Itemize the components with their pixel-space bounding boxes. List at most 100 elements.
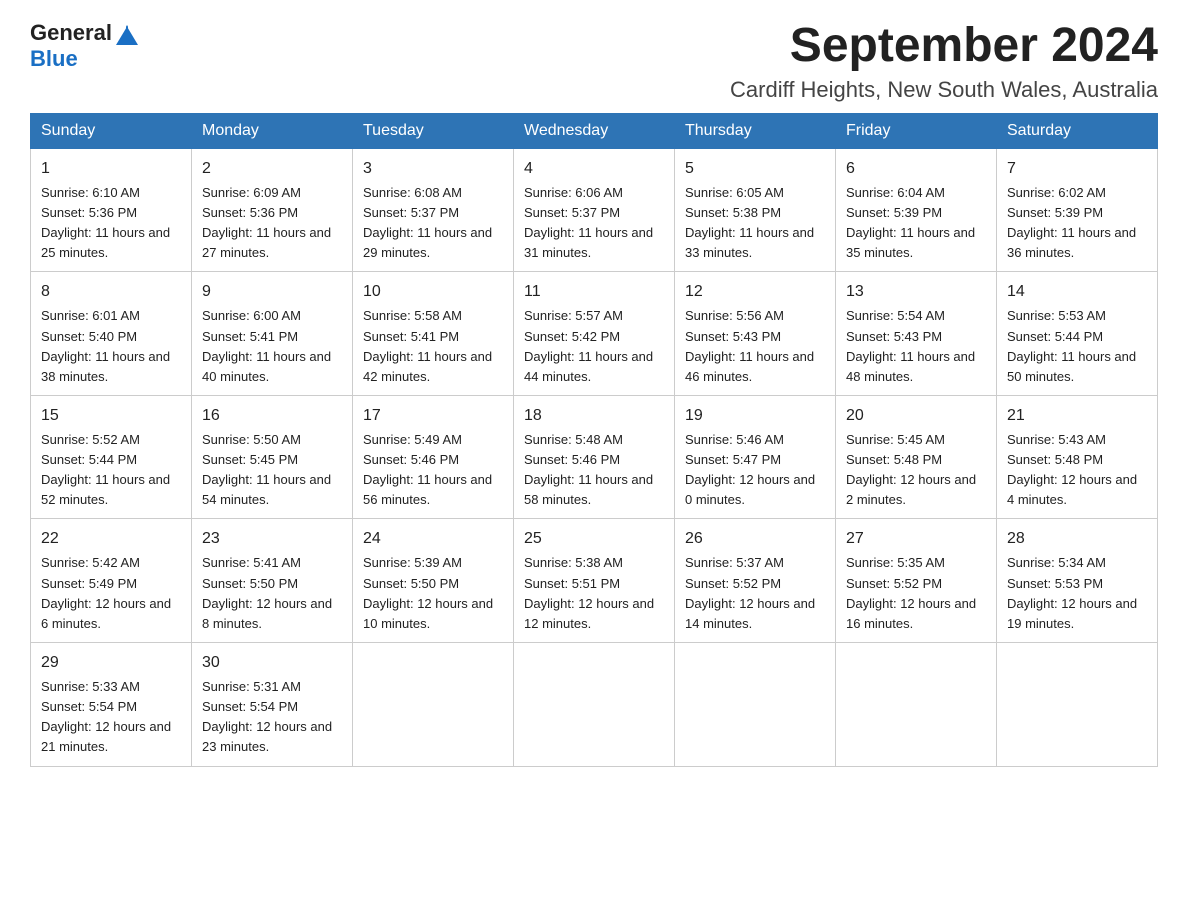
- day-number: 6: [846, 157, 986, 181]
- week-row-5: 29 Sunrise: 5:33 AMSunset: 5:54 PMDaylig…: [31, 643, 1158, 767]
- calendar-cell: 23 Sunrise: 5:41 AMSunset: 5:50 PMDaylig…: [192, 519, 353, 643]
- calendar-cell: 11 Sunrise: 5:57 AMSunset: 5:42 PMDaylig…: [514, 272, 675, 396]
- day-number: 27: [846, 527, 986, 551]
- day-info: Sunrise: 5:57 AMSunset: 5:42 PMDaylight:…: [524, 308, 653, 383]
- header-wednesday: Wednesday: [514, 113, 675, 148]
- month-title: September 2024: [730, 20, 1158, 73]
- day-number: 7: [1007, 157, 1147, 181]
- day-number: 17: [363, 404, 503, 428]
- logo-blue-text: Blue: [30, 46, 78, 72]
- calendar-cell: 29 Sunrise: 5:33 AMSunset: 5:54 PMDaylig…: [31, 643, 192, 767]
- day-info: Sunrise: 5:54 AMSunset: 5:43 PMDaylight:…: [846, 308, 975, 383]
- day-info: Sunrise: 6:06 AMSunset: 5:37 PMDaylight:…: [524, 185, 653, 260]
- logo-triangles: [114, 23, 138, 43]
- day-number: 25: [524, 527, 664, 551]
- day-number: 15: [41, 404, 181, 428]
- logo: General Blue: [30, 20, 138, 72]
- calendar-cell: [675, 643, 836, 767]
- header-sunday: Sunday: [31, 113, 192, 148]
- day-info: Sunrise: 5:33 AMSunset: 5:54 PMDaylight:…: [41, 679, 171, 754]
- calendar-cell: 26 Sunrise: 5:37 AMSunset: 5:52 PMDaylig…: [675, 519, 836, 643]
- day-number: 2: [202, 157, 342, 181]
- day-info: Sunrise: 5:39 AMSunset: 5:50 PMDaylight:…: [363, 555, 493, 630]
- calendar-cell: 17 Sunrise: 5:49 AMSunset: 5:46 PMDaylig…: [353, 395, 514, 519]
- calendar-cell: [514, 643, 675, 767]
- calendar-cell: 6 Sunrise: 6:04 AMSunset: 5:39 PMDayligh…: [836, 148, 997, 272]
- calendar-cell: 19 Sunrise: 5:46 AMSunset: 5:47 PMDaylig…: [675, 395, 836, 519]
- day-info: Sunrise: 5:50 AMSunset: 5:45 PMDaylight:…: [202, 432, 331, 507]
- day-number: 8: [41, 280, 181, 304]
- logo-general-text: General: [30, 20, 112, 46]
- day-number: 26: [685, 527, 825, 551]
- calendar-cell: 10 Sunrise: 5:58 AMSunset: 5:41 PMDaylig…: [353, 272, 514, 396]
- calendar-cell: 2 Sunrise: 6:09 AMSunset: 5:36 PMDayligh…: [192, 148, 353, 272]
- calendar-cell: 3 Sunrise: 6:08 AMSunset: 5:37 PMDayligh…: [353, 148, 514, 272]
- day-number: 5: [685, 157, 825, 181]
- week-row-2: 8 Sunrise: 6:01 AMSunset: 5:40 PMDayligh…: [31, 272, 1158, 396]
- calendar-cell: 27 Sunrise: 5:35 AMSunset: 5:52 PMDaylig…: [836, 519, 997, 643]
- week-row-4: 22 Sunrise: 5:42 AMSunset: 5:49 PMDaylig…: [31, 519, 1158, 643]
- day-number: 22: [41, 527, 181, 551]
- day-number: 23: [202, 527, 342, 551]
- calendar-cell: 15 Sunrise: 5:52 AMSunset: 5:44 PMDaylig…: [31, 395, 192, 519]
- calendar-cell: 28 Sunrise: 5:34 AMSunset: 5:53 PMDaylig…: [997, 519, 1158, 643]
- day-info: Sunrise: 6:04 AMSunset: 5:39 PMDaylight:…: [846, 185, 975, 260]
- day-info: Sunrise: 6:10 AMSunset: 5:36 PMDaylight:…: [41, 185, 170, 260]
- day-number: 21: [1007, 404, 1147, 428]
- week-row-1: 1 Sunrise: 6:10 AMSunset: 5:36 PMDayligh…: [31, 148, 1158, 272]
- week-row-3: 15 Sunrise: 5:52 AMSunset: 5:44 PMDaylig…: [31, 395, 1158, 519]
- location-title: Cardiff Heights, New South Wales, Austra…: [730, 77, 1158, 103]
- calendar-cell: 5 Sunrise: 6:05 AMSunset: 5:38 PMDayligh…: [675, 148, 836, 272]
- day-info: Sunrise: 6:00 AMSunset: 5:41 PMDaylight:…: [202, 308, 331, 383]
- calendar-table: SundayMondayTuesdayWednesdayThursdayFrid…: [30, 113, 1158, 767]
- day-number: 4: [524, 157, 664, 181]
- day-number: 3: [363, 157, 503, 181]
- day-number: 30: [202, 651, 342, 675]
- calendar-cell: 21 Sunrise: 5:43 AMSunset: 5:48 PMDaylig…: [997, 395, 1158, 519]
- calendar-cell: 12 Sunrise: 5:56 AMSunset: 5:43 PMDaylig…: [675, 272, 836, 396]
- calendar-cell: [836, 643, 997, 767]
- day-number: 1: [41, 157, 181, 181]
- day-info: Sunrise: 5:52 AMSunset: 5:44 PMDaylight:…: [41, 432, 170, 507]
- day-info: Sunrise: 5:34 AMSunset: 5:53 PMDaylight:…: [1007, 555, 1137, 630]
- calendar-cell: 25 Sunrise: 5:38 AMSunset: 5:51 PMDaylig…: [514, 519, 675, 643]
- day-number: 10: [363, 280, 503, 304]
- calendar-cell: [997, 643, 1158, 767]
- title-section: September 2024 Cardiff Heights, New Sout…: [730, 20, 1158, 103]
- calendar-header-row: SundayMondayTuesdayWednesdayThursdayFrid…: [31, 113, 1158, 148]
- day-number: 14: [1007, 280, 1147, 304]
- page-header: General Blue September 2024 Cardiff Heig…: [30, 20, 1158, 103]
- day-number: 13: [846, 280, 986, 304]
- day-info: Sunrise: 6:01 AMSunset: 5:40 PMDaylight:…: [41, 308, 170, 383]
- calendar-cell: 14 Sunrise: 5:53 AMSunset: 5:44 PMDaylig…: [997, 272, 1158, 396]
- day-number: 18: [524, 404, 664, 428]
- day-info: Sunrise: 6:08 AMSunset: 5:37 PMDaylight:…: [363, 185, 492, 260]
- day-info: Sunrise: 5:43 AMSunset: 5:48 PMDaylight:…: [1007, 432, 1137, 507]
- day-info: Sunrise: 6:05 AMSunset: 5:38 PMDaylight:…: [685, 185, 814, 260]
- header-monday: Monday: [192, 113, 353, 148]
- header-thursday: Thursday: [675, 113, 836, 148]
- calendar-cell: 8 Sunrise: 6:01 AMSunset: 5:40 PMDayligh…: [31, 272, 192, 396]
- day-number: 11: [524, 280, 664, 304]
- header-friday: Friday: [836, 113, 997, 148]
- header-tuesday: Tuesday: [353, 113, 514, 148]
- day-info: Sunrise: 5:56 AMSunset: 5:43 PMDaylight:…: [685, 308, 814, 383]
- day-info: Sunrise: 5:45 AMSunset: 5:48 PMDaylight:…: [846, 432, 976, 507]
- calendar-cell: 20 Sunrise: 5:45 AMSunset: 5:48 PMDaylig…: [836, 395, 997, 519]
- day-number: 29: [41, 651, 181, 675]
- day-number: 24: [363, 527, 503, 551]
- day-number: 16: [202, 404, 342, 428]
- day-info: Sunrise: 5:46 AMSunset: 5:47 PMDaylight:…: [685, 432, 815, 507]
- day-info: Sunrise: 6:09 AMSunset: 5:36 PMDaylight:…: [202, 185, 331, 260]
- day-info: Sunrise: 5:53 AMSunset: 5:44 PMDaylight:…: [1007, 308, 1136, 383]
- day-info: Sunrise: 5:35 AMSunset: 5:52 PMDaylight:…: [846, 555, 976, 630]
- header-saturday: Saturday: [997, 113, 1158, 148]
- logo-triangle-right: [126, 25, 138, 45]
- day-info: Sunrise: 5:48 AMSunset: 5:46 PMDaylight:…: [524, 432, 653, 507]
- calendar-cell: 1 Sunrise: 6:10 AMSunset: 5:36 PMDayligh…: [31, 148, 192, 272]
- day-info: Sunrise: 5:41 AMSunset: 5:50 PMDaylight:…: [202, 555, 332, 630]
- day-info: Sunrise: 5:58 AMSunset: 5:41 PMDaylight:…: [363, 308, 492, 383]
- calendar-cell: 7 Sunrise: 6:02 AMSunset: 5:39 PMDayligh…: [997, 148, 1158, 272]
- calendar-cell: 24 Sunrise: 5:39 AMSunset: 5:50 PMDaylig…: [353, 519, 514, 643]
- day-number: 28: [1007, 527, 1147, 551]
